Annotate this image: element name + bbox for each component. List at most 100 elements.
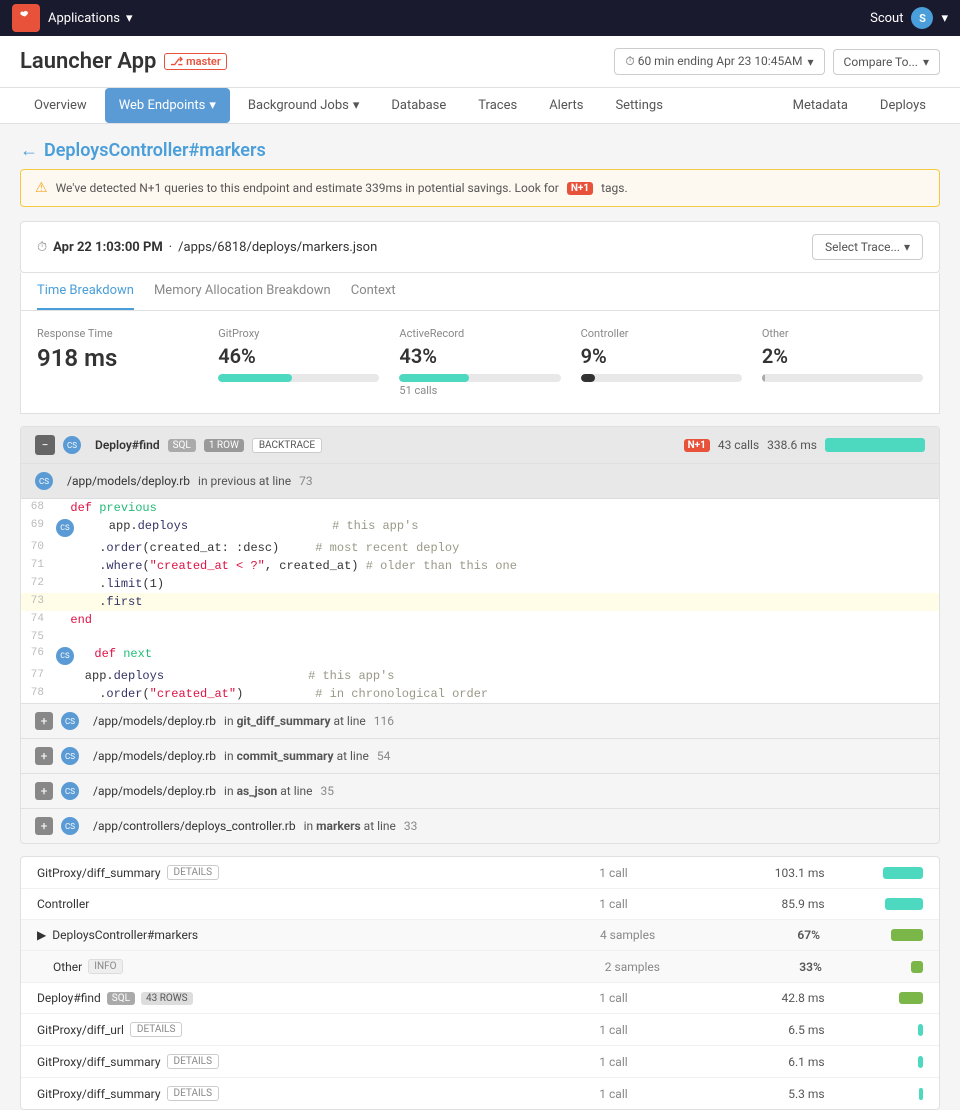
- tab-background-jobs[interactable]: Background Jobs ▾: [234, 88, 373, 123]
- collapsed-row-2[interactable]: + CS /app/models/deploy.rb in commit_sum…: [21, 738, 939, 773]
- tab-alerts[interactable]: Alerts: [535, 88, 597, 123]
- app-title: Launcher App ⎇ master: [20, 49, 227, 74]
- compare-to-button[interactable]: Compare To... ▾: [833, 49, 940, 75]
- nav-right-buttons: Metadata Deploys: [779, 90, 940, 121]
- activerecord-value: 43%: [399, 344, 560, 368]
- avatar-4: CS: [61, 817, 79, 835]
- expand-arrow-icon: ▶: [37, 928, 46, 942]
- line-number: 73: [299, 474, 313, 488]
- warning-text2: tags.: [601, 181, 628, 195]
- code-block: 68 def previous 69 CS app.deploys # this…: [21, 499, 939, 703]
- file-method-1: in git_diff_summary at line: [224, 714, 366, 728]
- row-bar-8: [825, 1088, 923, 1100]
- expanded-context: in previous at line: [198, 474, 291, 488]
- response-time-label: Response Time: [37, 327, 198, 340]
- rows-badge: 43 ROWS: [141, 992, 193, 1005]
- row-bar-5: [825, 992, 923, 1004]
- avatar: CS: [63, 436, 81, 454]
- collapsed-row-4[interactable]: + CS /app/controllers/deploys_controller…: [21, 808, 939, 843]
- back-link[interactable]: ← DeploysController#markers: [20, 140, 940, 161]
- row-label-1: GitProxy/diff_summary DETAILS: [37, 865, 431, 880]
- file-method-2: in commit_summary at line: [224, 749, 369, 763]
- tab-memory-breakdown[interactable]: Memory Allocation Breakdown: [154, 273, 331, 310]
- avatar-2: CS: [61, 747, 79, 765]
- tab-traces[interactable]: Traces: [464, 88, 531, 123]
- code-line-69: 69 CS app.deploys # this app's: [21, 517, 939, 539]
- table-row-6: GitProxy/diff_url DETAILS 1 call 6.5 ms: [21, 1014, 939, 1046]
- table-row-4: Other INFO 2 samples 33%: [21, 951, 939, 983]
- details-badge-6[interactable]: DETAILS: [130, 1022, 183, 1037]
- collapse-button[interactable]: −: [35, 435, 55, 455]
- app-header: Launcher App ⎇ master ⏱ 60 min ending Ap…: [0, 36, 960, 88]
- row-label-4: Other INFO: [53, 959, 458, 974]
- row-bar-2: [825, 898, 923, 910]
- code-line-72: 72 .limit(1): [21, 575, 939, 593]
- details-badge-7[interactable]: DETAILS: [167, 1054, 220, 1069]
- info-badge[interactable]: INFO: [88, 959, 122, 974]
- trace-clock-icon: ⏱: [37, 240, 47, 255]
- backtrace-header: − CS Deploy#find SQL 1 ROW BACKTRACE N+1…: [21, 427, 939, 463]
- expand-button-1[interactable]: +: [35, 712, 53, 730]
- code-line-71: 71 .where("created_at < ?", created_at) …: [21, 557, 939, 575]
- trace-header: ⏱ Apr 22 1:03:00 PM · /apps/6818/deploys…: [20, 221, 940, 273]
- tab-context[interactable]: Context: [351, 273, 396, 310]
- controller-bar: [581, 374, 742, 382]
- row-samples-6: 1 call: [431, 1023, 628, 1037]
- backtrace-badge[interactable]: BACKTRACE: [252, 438, 322, 453]
- trace-info: ⏱ Apr 22 1:03:00 PM · /apps/6818/deploys…: [37, 240, 377, 255]
- activerecord-bar: [399, 374, 560, 382]
- row-label-3[interactable]: ▶ DeploysController#markers: [37, 928, 449, 942]
- collapsed-row-1[interactable]: + CS /app/models/deploy.rb in git_diff_s…: [21, 703, 939, 738]
- other-value: 2%: [762, 344, 923, 368]
- branch-badge[interactable]: ⎇ master: [164, 53, 226, 70]
- tab-database[interactable]: Database: [377, 88, 460, 123]
- code-line-73-highlighted: 73 .first: [21, 593, 939, 611]
- select-trace-arrow-icon: ▾: [904, 240, 910, 254]
- activerecord-label: ActiveRecord: [399, 327, 560, 340]
- row-badge: 1 ROW: [204, 439, 244, 452]
- expanded-file-row: CS /app/models/deploy.rb in previous at …: [21, 463, 939, 499]
- warning-text: We've detected N+1 queries to this endpo…: [56, 181, 559, 195]
- expand-button-4[interactable]: +: [35, 817, 53, 835]
- tab-overview[interactable]: Overview: [20, 88, 101, 123]
- metric-response-time: Response Time 918 ms: [37, 327, 198, 397]
- row-label-6: GitProxy/diff_url DETAILS: [37, 1022, 431, 1037]
- metric-activerecord: ActiveRecord 43% 51 calls: [399, 327, 560, 397]
- applications-dropdown[interactable]: Applications ▾: [48, 11, 133, 26]
- tab-deploys[interactable]: Deploys: [866, 90, 940, 121]
- table-row-2: Controller 1 call 85.9 ms: [21, 889, 939, 920]
- dropdown-arrow-icon: ▾: [126, 11, 133, 26]
- line-ref-1: 116: [374, 714, 394, 728]
- details-badge-8[interactable]: DETAILS: [167, 1086, 220, 1101]
- controller-label: Controller: [581, 327, 742, 340]
- controller-value: 9%: [581, 344, 742, 368]
- file-path-3: /app/models/deploy.rb: [93, 784, 216, 798]
- time-range-selector[interactable]: ⏱ 60 min ending Apr 23 10:45AM ▾: [614, 48, 824, 75]
- collapsed-row-3[interactable]: + CS /app/models/deploy.rb in as_json at…: [21, 773, 939, 808]
- tab-settings[interactable]: Settings: [601, 88, 676, 123]
- tab-web-endpoints[interactable]: Web Endpoints ▾: [105, 88, 230, 123]
- branch-name: master: [186, 55, 221, 68]
- file-method-4: in markers at line: [304, 819, 396, 833]
- trace-path: /apps/6818/deploys/markers.json: [178, 240, 377, 255]
- details-badge-1[interactable]: DETAILS: [167, 865, 220, 880]
- tab-time-breakdown[interactable]: Time Breakdown: [37, 273, 134, 310]
- scout-menu[interactable]: Scout S ▾: [870, 7, 948, 29]
- code-line-68: 68 def previous: [21, 499, 939, 517]
- expand-button-2[interactable]: +: [35, 747, 53, 765]
- row-bar-3: [820, 929, 923, 941]
- row-bar-1: [825, 867, 923, 879]
- line-ref-3: 35: [321, 784, 335, 798]
- row-samples-3: 4 samples: [449, 928, 655, 942]
- breadcrumb: ← DeploysController#markers: [20, 124, 940, 169]
- calls-info: N+1 43 calls 338.6 ms: [684, 438, 925, 452]
- file-path-1: /app/models/deploy.rb: [93, 714, 216, 728]
- top-navbar: Applications ▾ Scout S ▾: [0, 0, 960, 36]
- logo-icon[interactable]: [12, 4, 40, 32]
- row-label-2: Controller: [37, 897, 431, 911]
- tab-metadata[interactable]: Metadata: [779, 90, 862, 121]
- select-trace-button[interactable]: Select Trace... ▾: [812, 234, 923, 260]
- row-samples-1: 1 call: [431, 866, 628, 880]
- expand-button-3[interactable]: +: [35, 782, 53, 800]
- row-label-5: Deploy#find SQL 43 ROWS: [37, 991, 431, 1005]
